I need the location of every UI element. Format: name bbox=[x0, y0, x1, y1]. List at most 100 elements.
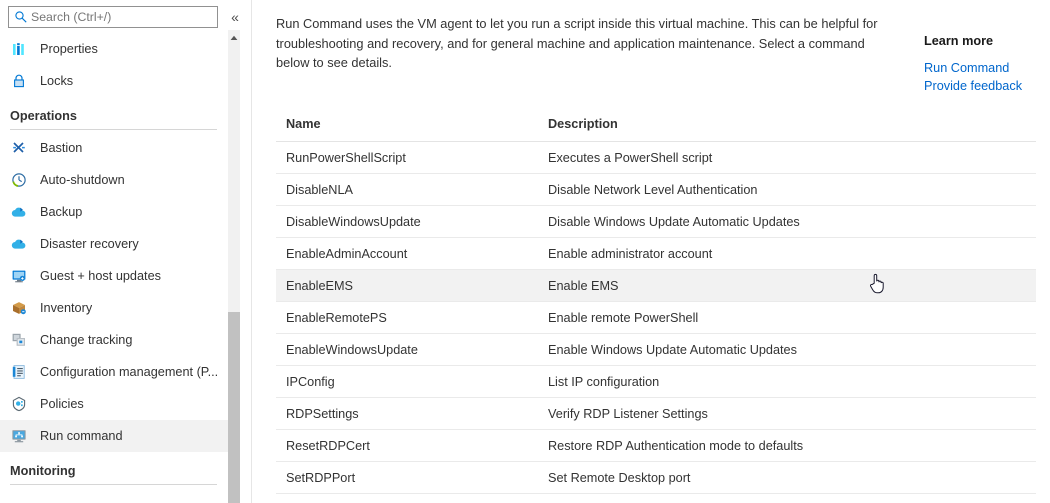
bastion-icon bbox=[10, 139, 28, 157]
learn-more-link-run-command[interactable]: Run Command bbox=[924, 59, 1040, 77]
sidebar-item-label: Run command bbox=[40, 429, 123, 443]
cell-command-name: SetRDPPort bbox=[276, 462, 538, 494]
sidebar-nav-list: Properties Locks Operations bbox=[0, 33, 232, 487]
lock-icon bbox=[10, 72, 28, 90]
search-icon bbox=[14, 10, 28, 24]
sidebar-item-label: Locks bbox=[40, 74, 73, 88]
search-box[interactable] bbox=[8, 6, 218, 28]
cell-command-description: Enable Windows Update Automatic Updates bbox=[538, 334, 1036, 366]
sidebar-item-disaster-recovery[interactable]: Disaster recovery bbox=[0, 228, 232, 260]
command-table: Name Description RunPowerShellScript Exe… bbox=[276, 117, 1036, 494]
sidebar-item-label: Properties bbox=[40, 42, 98, 56]
table-row[interactable]: DisableNLA Disable Network Level Authent… bbox=[276, 174, 1036, 206]
table-row[interactable]: RunPowerShellScript Executes a PowerShel… bbox=[276, 142, 1036, 174]
disaster-recovery-cloud-icon bbox=[10, 235, 28, 253]
column-header-description[interactable]: Description bbox=[538, 117, 1036, 142]
learn-more-title: Learn more bbox=[924, 34, 1040, 48]
cell-command-description: Restore RDP Authentication mode to defau… bbox=[538, 430, 1036, 462]
table-row[interactable]: ResetRDPCert Restore RDP Authentication … bbox=[276, 430, 1036, 462]
intro-section: Run Command uses the VM agent to let you… bbox=[252, 0, 1050, 95]
command-table-container: Name Description RunPowerShellScript Exe… bbox=[252, 117, 1050, 494]
guest-host-updates-icon bbox=[10, 267, 28, 285]
scroll-up-arrow-icon[interactable] bbox=[228, 32, 240, 44]
cell-command-description: Enable remote PowerShell bbox=[538, 302, 1036, 334]
command-table-body: RunPowerShellScript Executes a PowerShel… bbox=[276, 142, 1036, 494]
sidebar-item-label: Policies bbox=[40, 397, 84, 411]
collapse-menu-button[interactable]: « bbox=[226, 8, 244, 26]
cell-command-name: EnableWindowsUpdate bbox=[276, 334, 538, 366]
backup-cloud-icon bbox=[10, 203, 28, 221]
sidebar-group-monitoring: Monitoring bbox=[0, 452, 232, 487]
cell-command-name: DisableNLA bbox=[276, 174, 538, 206]
sidebar-item-inventory[interactable]: Inventory bbox=[0, 292, 232, 324]
cell-command-name: DisableWindowsUpdate bbox=[276, 206, 538, 238]
cell-command-name: EnableAdminAccount bbox=[276, 238, 538, 270]
sidebar-item-properties[interactable]: Properties bbox=[0, 33, 232, 65]
table-row[interactable]: EnableWindowsUpdate Enable Windows Updat… bbox=[276, 334, 1036, 366]
search-input[interactable] bbox=[31, 10, 217, 24]
sidebar-item-label: Inventory bbox=[40, 301, 92, 315]
inventory-box-icon bbox=[10, 299, 28, 317]
sidebar-group-divider bbox=[10, 129, 217, 130]
sidebar-item-label: Disaster recovery bbox=[40, 237, 139, 251]
configuration-management-icon bbox=[10, 363, 28, 381]
sidebar-item-guest-host-updates[interactable]: Guest + host updates bbox=[0, 260, 232, 292]
sidebar-item-policies[interactable]: Policies bbox=[0, 388, 232, 420]
resource-menu-sidebar: « Properties bbox=[0, 0, 252, 503]
cell-command-name: EnableRemotePS bbox=[276, 302, 538, 334]
sidebar-group-title: Operations bbox=[10, 109, 222, 129]
sidebar-scrollbar-track[interactable] bbox=[228, 30, 240, 503]
sidebar-item-label: Bastion bbox=[40, 141, 82, 155]
table-row[interactable]: IPConfig List IP configuration bbox=[276, 366, 1036, 398]
cell-command-name: ResetRDPCert bbox=[276, 430, 538, 462]
table-row[interactable]: SetRDPPort Set Remote Desktop port bbox=[276, 462, 1036, 494]
cell-command-description: List IP configuration bbox=[538, 366, 1036, 398]
table-row[interactable]: EnableEMS Enable EMS bbox=[276, 270, 1036, 302]
cell-command-description: Disable Windows Update Automatic Updates bbox=[538, 206, 1036, 238]
sidebar-scrollbar-thumb[interactable] bbox=[228, 312, 240, 503]
change-tracking-icon bbox=[10, 331, 28, 349]
table-header-row: Name Description bbox=[276, 117, 1036, 142]
sidebar-item-label: Change tracking bbox=[40, 333, 132, 347]
sidebar-item-label: Auto-shutdown bbox=[40, 173, 125, 187]
table-row[interactable]: EnableAdminAccount Enable administrator … bbox=[276, 238, 1036, 270]
sidebar-scroll-region: Properties Locks Operations bbox=[0, 33, 252, 503]
intro-description: Run Command uses the VM agent to let you… bbox=[276, 14, 898, 73]
sidebar-item-label: Configuration management (P... bbox=[40, 365, 218, 379]
sidebar-item-locks[interactable]: Locks bbox=[0, 65, 232, 97]
cell-command-description: Verify RDP Listener Settings bbox=[538, 398, 1036, 430]
cell-command-name: RunPowerShellScript bbox=[276, 142, 538, 174]
sidebar-item-label: Guest + host updates bbox=[40, 269, 161, 283]
policies-icon bbox=[10, 395, 28, 413]
sidebar-item-run-command[interactable]: Run command bbox=[0, 420, 232, 452]
cell-command-description: Set Remote Desktop port bbox=[538, 462, 1036, 494]
cell-command-description: Disable Network Level Authentication bbox=[538, 174, 1036, 206]
learn-more-link-provide-feedback[interactable]: Provide feedback bbox=[924, 77, 1040, 95]
run-command-content: Run Command uses the VM agent to let you… bbox=[252, 0, 1050, 503]
sidebar-group-title: Monitoring bbox=[10, 464, 222, 484]
command-table-head: Name Description bbox=[276, 117, 1036, 142]
table-row[interactable]: DisableWindowsUpdate Disable Windows Upd… bbox=[276, 206, 1036, 238]
table-row[interactable]: EnableRemotePS Enable remote PowerShell bbox=[276, 302, 1036, 334]
run-command-icon bbox=[10, 427, 28, 445]
clock-icon bbox=[10, 171, 28, 189]
cell-command-name: RDPSettings bbox=[276, 398, 538, 430]
sidebar-item-label: Backup bbox=[40, 205, 82, 219]
table-row[interactable]: RDPSettings Verify RDP Listener Settings bbox=[276, 398, 1036, 430]
sidebar-item-bastion[interactable]: Bastion bbox=[0, 132, 232, 164]
cell-command-description: Enable administrator account bbox=[538, 238, 1036, 270]
cell-command-description: Executes a PowerShell script bbox=[538, 142, 1036, 174]
properties-icon bbox=[10, 40, 28, 58]
azure-portal-run-command-page: « Properties bbox=[0, 0, 1050, 503]
sidebar-item-auto-shutdown[interactable]: Auto-shutdown bbox=[0, 164, 232, 196]
sidebar-item-backup[interactable]: Backup bbox=[0, 196, 232, 228]
sidebar-item-change-tracking[interactable]: Change tracking bbox=[0, 324, 232, 356]
sidebar-search-row: « bbox=[0, 0, 252, 33]
cell-command-name: IPConfig bbox=[276, 366, 538, 398]
sidebar-group-operations: Operations bbox=[0, 97, 232, 132]
cell-command-name: EnableEMS bbox=[276, 270, 538, 302]
sidebar-group-divider bbox=[10, 484, 217, 485]
column-header-name[interactable]: Name bbox=[276, 117, 538, 142]
sidebar-item-configuration-management[interactable]: Configuration management (P... bbox=[0, 356, 232, 388]
cell-command-description: Enable EMS bbox=[538, 270, 1036, 302]
